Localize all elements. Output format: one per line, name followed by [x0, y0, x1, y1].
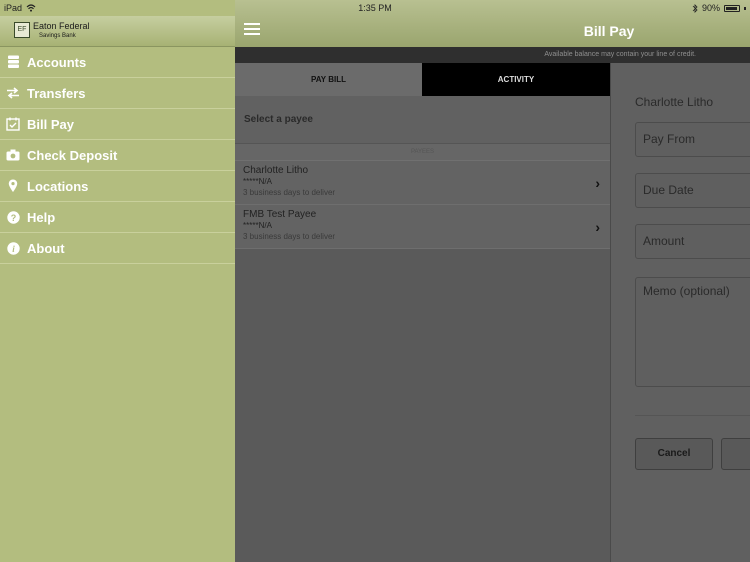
chevron-right-icon: › — [595, 219, 600, 235]
transfer-icon — [6, 86, 20, 100]
sidebar-item-locations[interactable]: Locations — [0, 171, 235, 202]
sidebar: EF Eaton Federal Savings Bank Accounts T… — [0, 0, 235, 562]
tab-activity[interactable]: ACTIVITY — [422, 63, 610, 96]
chevron-right-icon: › — [595, 175, 600, 191]
brand-header: EF Eaton Federal Savings Bank — [0, 16, 235, 47]
memo-field[interactable]: Memo (optional) — [635, 277, 750, 387]
payee-panel: PAY BILL ACTIVITY Select a payee PAYEES … — [235, 63, 610, 562]
bank-logo: EF — [14, 22, 30, 38]
info-icon: i — [6, 241, 20, 255]
sidebar-menu: Accounts Transfers Bill Pay Check Deposi… — [0, 47, 235, 264]
sidebar-item-label: Bill Pay — [27, 116, 74, 132]
payee-name: FMB Test Payee — [243, 209, 317, 220]
form-divider — [635, 415, 750, 416]
bank-name: Eaton Federal Savings Bank — [33, 21, 90, 41]
bluetooth-icon — [692, 3, 698, 13]
map-pin-icon — [6, 179, 20, 193]
submit-button[interactable] — [721, 438, 750, 470]
select-payee-label: Select a payee — [235, 96, 610, 144]
sidebar-item-label: Locations — [27, 178, 89, 194]
sidebar-item-transfers[interactable]: Transfers — [0, 78, 235, 109]
pay-from-field[interactable]: Pay From — [635, 122, 750, 157]
sidebar-item-check-deposit[interactable]: Check Deposit — [0, 140, 235, 171]
tab-bar: PAY BILL ACTIVITY — [235, 63, 610, 96]
cancel-button[interactable]: Cancel — [635, 438, 713, 470]
payee-name: Charlotte Litho — [243, 165, 309, 176]
sidebar-item-help[interactable]: ? Help — [0, 202, 235, 233]
help-icon: ? — [6, 210, 20, 224]
payee-account: *****N/A — [243, 177, 272, 186]
page-title: Bill Pay — [583, 23, 635, 39]
sidebar-item-label: Accounts — [27, 54, 87, 70]
due-date-field[interactable]: Due Date — [635, 173, 750, 208]
svg-text:?: ? — [10, 213, 16, 223]
payee-delivery: 3 business days to deliver — [243, 232, 336, 241]
camera-icon — [6, 148, 20, 162]
bank-name-main: Eaton Federal — [33, 21, 90, 31]
sidebar-item-about[interactable]: i About — [0, 233, 235, 264]
clock: 1:35 PM — [358, 3, 392, 13]
battery-percent: 90% — [701, 3, 720, 13]
payee-delivery: 3 business days to deliver — [243, 188, 336, 197]
accounts-icon — [6, 55, 20, 69]
amount-field[interactable]: Amount — [635, 224, 750, 259]
payee-row[interactable]: Charlotte Litho *****N/A 3 business days… — [235, 161, 610, 205]
selected-payee-name: Charlotte Litho — [635, 95, 714, 109]
bank-name-sub: Savings Bank — [39, 33, 76, 39]
payee-row[interactable]: FMB Test Payee *****N/A 3 business days … — [235, 205, 610, 249]
battery-icon — [724, 4, 740, 12]
balance-notice: Available balance may contain your line … — [235, 47, 750, 63]
sidebar-item-bill-pay[interactable]: Bill Pay — [0, 109, 235, 140]
payees-section-header: PAYEES — [235, 144, 610, 161]
status-bar: iPad 1:35 PM 90% — [0, 0, 750, 16]
sidebar-item-label: Check Deposit — [27, 147, 118, 163]
sidebar-item-label: Transfers — [27, 85, 86, 101]
sidebar-item-label: Help — [27, 209, 56, 225]
tab-pay-bill[interactable]: PAY BILL — [235, 63, 422, 96]
calendar-check-icon — [6, 117, 20, 131]
payment-form: Charlotte Litho Pay From Due Date Amount… — [610, 63, 750, 562]
payee-account: *****N/A — [243, 221, 272, 230]
sidebar-item-accounts[interactable]: Accounts — [0, 47, 235, 78]
battery-tip — [744, 6, 746, 10]
sidebar-item-label: About — [27, 240, 65, 256]
